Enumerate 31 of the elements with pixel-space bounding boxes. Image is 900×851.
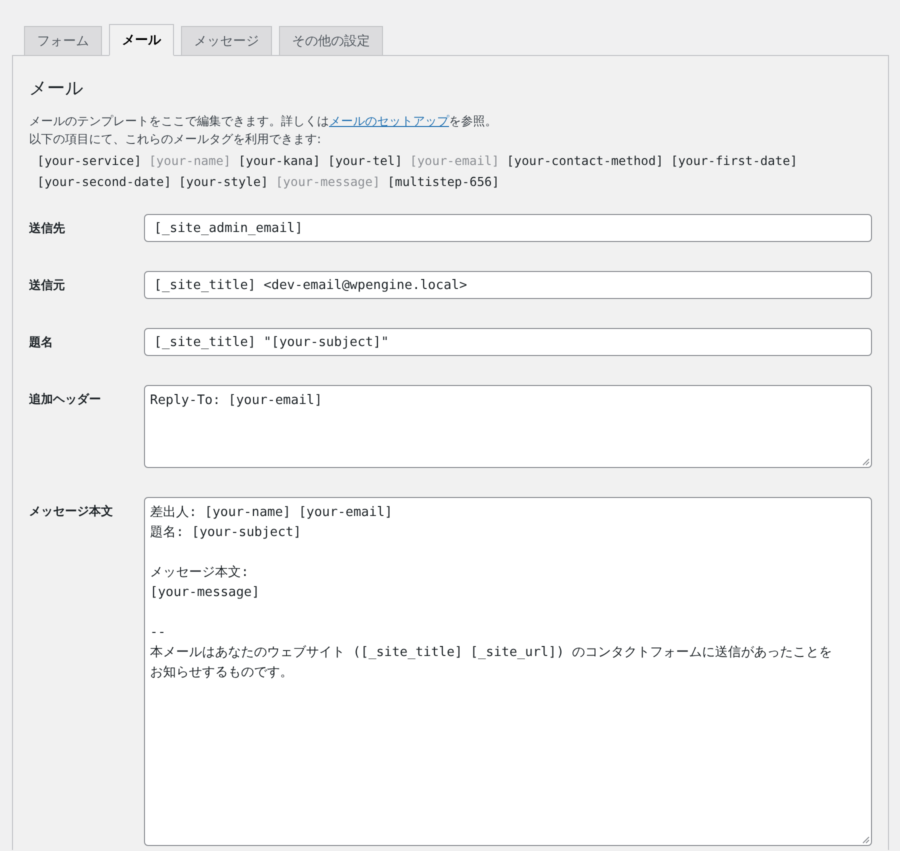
tab[interactable]: メッセージ xyxy=(181,26,272,56)
mail-tag: [multistep-656] xyxy=(387,171,500,192)
mail-tag: [your-name] xyxy=(148,150,231,171)
tab[interactable]: フォーム xyxy=(24,26,102,56)
section-title: メール xyxy=(29,77,84,100)
text-field[interactable]: [_site_title] <dev-email@wpengine.local> xyxy=(144,271,872,299)
mail-tag: [your-second-date] xyxy=(37,171,172,192)
tab[interactable]: その他の設定 xyxy=(279,26,383,56)
mail-tag: [your-service] xyxy=(37,150,142,171)
text-area[interactable]: 差出人: [your-name] [your-email] 題名: [your-subject] メッセージ本文: [your-message] -- 本メールはあなたのウェブサイト ([_site_title] [_site_url]) のコンタクトフォームに送信があったことを お知らせするものです。 xyxy=(144,497,872,846)
mail-tag: [your-tel] xyxy=(328,150,402,171)
field-label: 題名 xyxy=(29,334,54,351)
intro-text: メールのテンプレートをここで編集できます。詳しくはメールのセットアップを参照。 xyxy=(29,113,498,130)
mail-tag: [your-kana] xyxy=(238,150,320,171)
tab[interactable]: メール xyxy=(109,24,174,56)
field-label: 送信元 xyxy=(29,277,66,294)
resize-handle-icon[interactable] xyxy=(862,836,870,844)
tags-note: 以下の項目にて、これらのメールタグを利用できます: xyxy=(29,131,322,148)
mail-tag: [your-style] xyxy=(178,171,268,192)
text-field[interactable]: [_site_admin_email] xyxy=(144,214,872,242)
mail-tag: [your-contact-method] xyxy=(506,150,664,171)
mail-tag: [your-email] xyxy=(410,150,500,171)
field-label: 送信先 xyxy=(29,220,66,237)
text-area[interactable]: Reply-To: [your-email] xyxy=(144,385,872,468)
field-label: 追加ヘッダー xyxy=(29,391,102,408)
text-field[interactable]: [_site_title] "[your-subject]" xyxy=(144,328,872,356)
mail-tag: [your-first-date] xyxy=(670,150,798,171)
resize-handle-icon[interactable] xyxy=(862,458,870,466)
setup-link[interactable]: メールのセットアップ xyxy=(329,114,449,128)
mail-tag: [your-message] xyxy=(276,171,380,192)
field-label: メッセージ本文 xyxy=(29,503,114,520)
